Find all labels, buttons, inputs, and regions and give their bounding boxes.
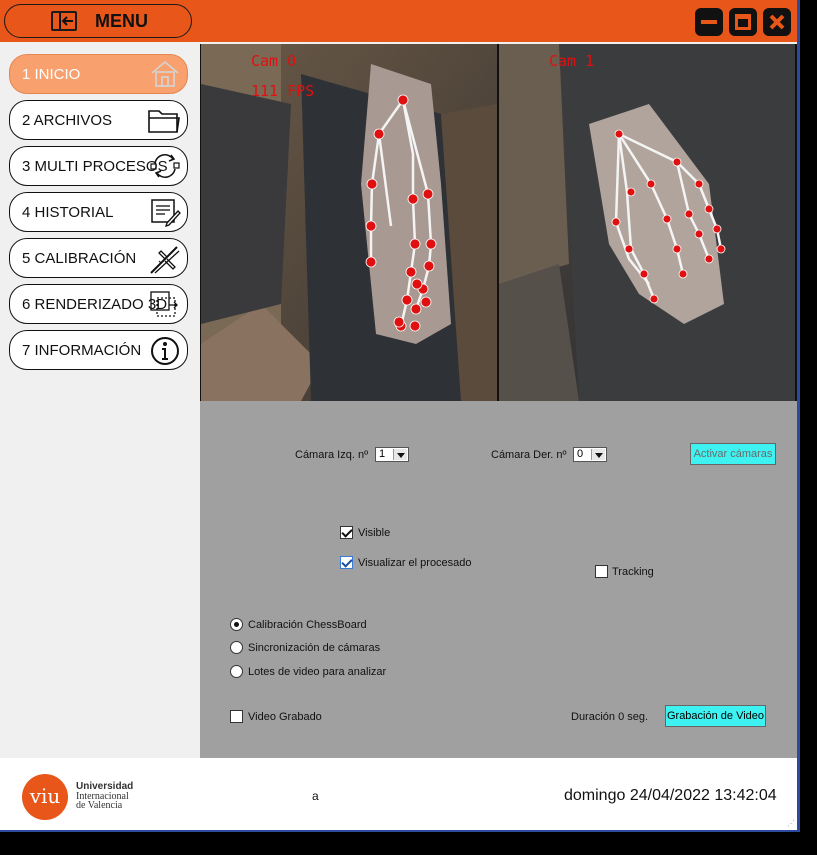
sidebar-item-archivos[interactable]: 2 ARCHIVOS — [9, 100, 188, 140]
caliper-icon — [150, 246, 180, 274]
status-text: a — [312, 789, 319, 803]
maximize-button[interactable] — [729, 8, 757, 36]
tracking-checkbox[interactable] — [595, 565, 608, 578]
left-camera-select[interactable]: 1 — [375, 447, 409, 462]
visualize-processing-label: Visualizar el procesado — [358, 557, 472, 569]
activate-cameras-button[interactable]: Activar cámaras — [690, 443, 776, 465]
sidebar-item-multi-procesos[interactable]: 3 MULTI PROCESOS — [9, 146, 188, 186]
menu-label: MENU — [95, 11, 148, 31]
visible-checkbox[interactable] — [340, 526, 353, 539]
app-window: MENU 1 INICIO 2 ARCHIVOS 3 MULTI PROCESO… — [0, 0, 797, 830]
left-camera-label: Cámara Izq. nº — [295, 449, 369, 461]
back-arrow-icon — [51, 11, 77, 31]
camera-0-label: Cam 0 — [251, 52, 297, 70]
info-icon — [151, 337, 179, 365]
radio-label: Calibración ChessBoard — [248, 619, 367, 631]
right-camera-value: 0 — [577, 448, 584, 460]
left-camera-value: 1 — [379, 448, 386, 460]
close-button[interactable] — [763, 8, 791, 36]
close-icon — [769, 14, 785, 30]
camera-0-fps: 111 FPS — [251, 82, 315, 100]
minimize-icon — [701, 20, 717, 24]
record-video-button[interactable]: Grabación de Video — [665, 705, 766, 727]
chevron-down-icon — [591, 449, 605, 460]
sidebar-item-informacion[interactable]: 7 INFORMACIÓN — [9, 330, 188, 370]
right-camera-select[interactable]: 0 — [573, 447, 607, 462]
sidebar-item-label: 7 INFORMACIÓN — [22, 342, 142, 359]
radio-sincronizacion-camaras[interactable] — [230, 641, 243, 654]
menu-button[interactable]: MENU — [4, 4, 192, 38]
visible-label: Visible — [358, 527, 391, 539]
sidebar-item-label: 5 CALIBRACIÓN — [22, 250, 137, 267]
sidebar-item-label: 4 HISTORIAL — [22, 204, 114, 221]
radio-label: Lotes de video para analizar — [248, 666, 387, 678]
radio-label: Sincronización de cámaras — [248, 642, 381, 654]
camera-1-label: Cam 1 — [549, 52, 595, 70]
camera-0-feed: Cam 0 111 FPS — [201, 44, 497, 401]
window-border-right — [797, 0, 800, 832]
recorded-video-checkbox[interactable] — [230, 710, 243, 723]
sidebar-item-label: 3 MULTI PROCESOS — [22, 158, 168, 175]
radio-calibracion-chessboard[interactable] — [230, 618, 243, 631]
document-edit-icon — [151, 199, 181, 227]
controls-panel: Cámara Izq. nº 1 Cámara Der. nº 0 Activa… — [200, 401, 797, 758]
camera-1-feed: Cam 1 — [499, 44, 795, 401]
home-icon — [151, 60, 179, 87]
duration-label: Duración 0 seg. — [571, 711, 649, 723]
sidebar: 1 INICIO 2 ARCHIVOS 3 MULTI PROCESOS 4 H… — [0, 42, 200, 758]
footer: viu Universidad Internacional de Valenci… — [0, 758, 797, 830]
sidebar-item-historial[interactable]: 4 HISTORIAL — [9, 192, 188, 232]
right-camera-label: Cámara Der. nº — [491, 449, 567, 461]
datetime-display: domingo 24/04/2022 13:42:04 — [564, 787, 777, 804]
viu-logo: viu — [22, 774, 68, 820]
tracking-label: Tracking — [612, 566, 654, 578]
folder-icon — [148, 110, 180, 133]
window-border-bottom — [0, 830, 797, 832]
3d-box-icon — [150, 291, 178, 317]
maximize-icon — [735, 14, 751, 30]
sidebar-item-label: 2 ARCHIVOS — [22, 112, 113, 129]
minimize-button[interactable] — [695, 8, 723, 36]
radio-lotes-video[interactable] — [230, 665, 243, 678]
logo-text: viu — [29, 784, 61, 808]
recorded-video-label: Video Grabado — [248, 711, 322, 723]
cycle-icon — [150, 154, 180, 178]
visualize-processing-checkbox[interactable] — [340, 556, 353, 569]
sidebar-item-renderizado-3d[interactable]: 6 RENDERIZADO 3D — [9, 284, 188, 324]
sidebar-item-label: 6 RENDERIZADO 3D — [22, 296, 168, 313]
video-area: Cam 0 111 FPS Cam 1 — [200, 44, 797, 401]
resize-grip-icon[interactable]: ⋰ — [787, 819, 795, 828]
sidebar-item-calibracion[interactable]: 5 CALIBRACIÓN — [9, 238, 188, 278]
org-name-line3: de Valencia — [76, 800, 123, 811]
chevron-down-icon — [393, 449, 407, 460]
top-bar: MENU — [0, 0, 797, 42]
sidebar-item-inicio[interactable]: 1 INICIO — [9, 54, 188, 94]
sidebar-item-label: 1 INICIO — [22, 66, 81, 83]
